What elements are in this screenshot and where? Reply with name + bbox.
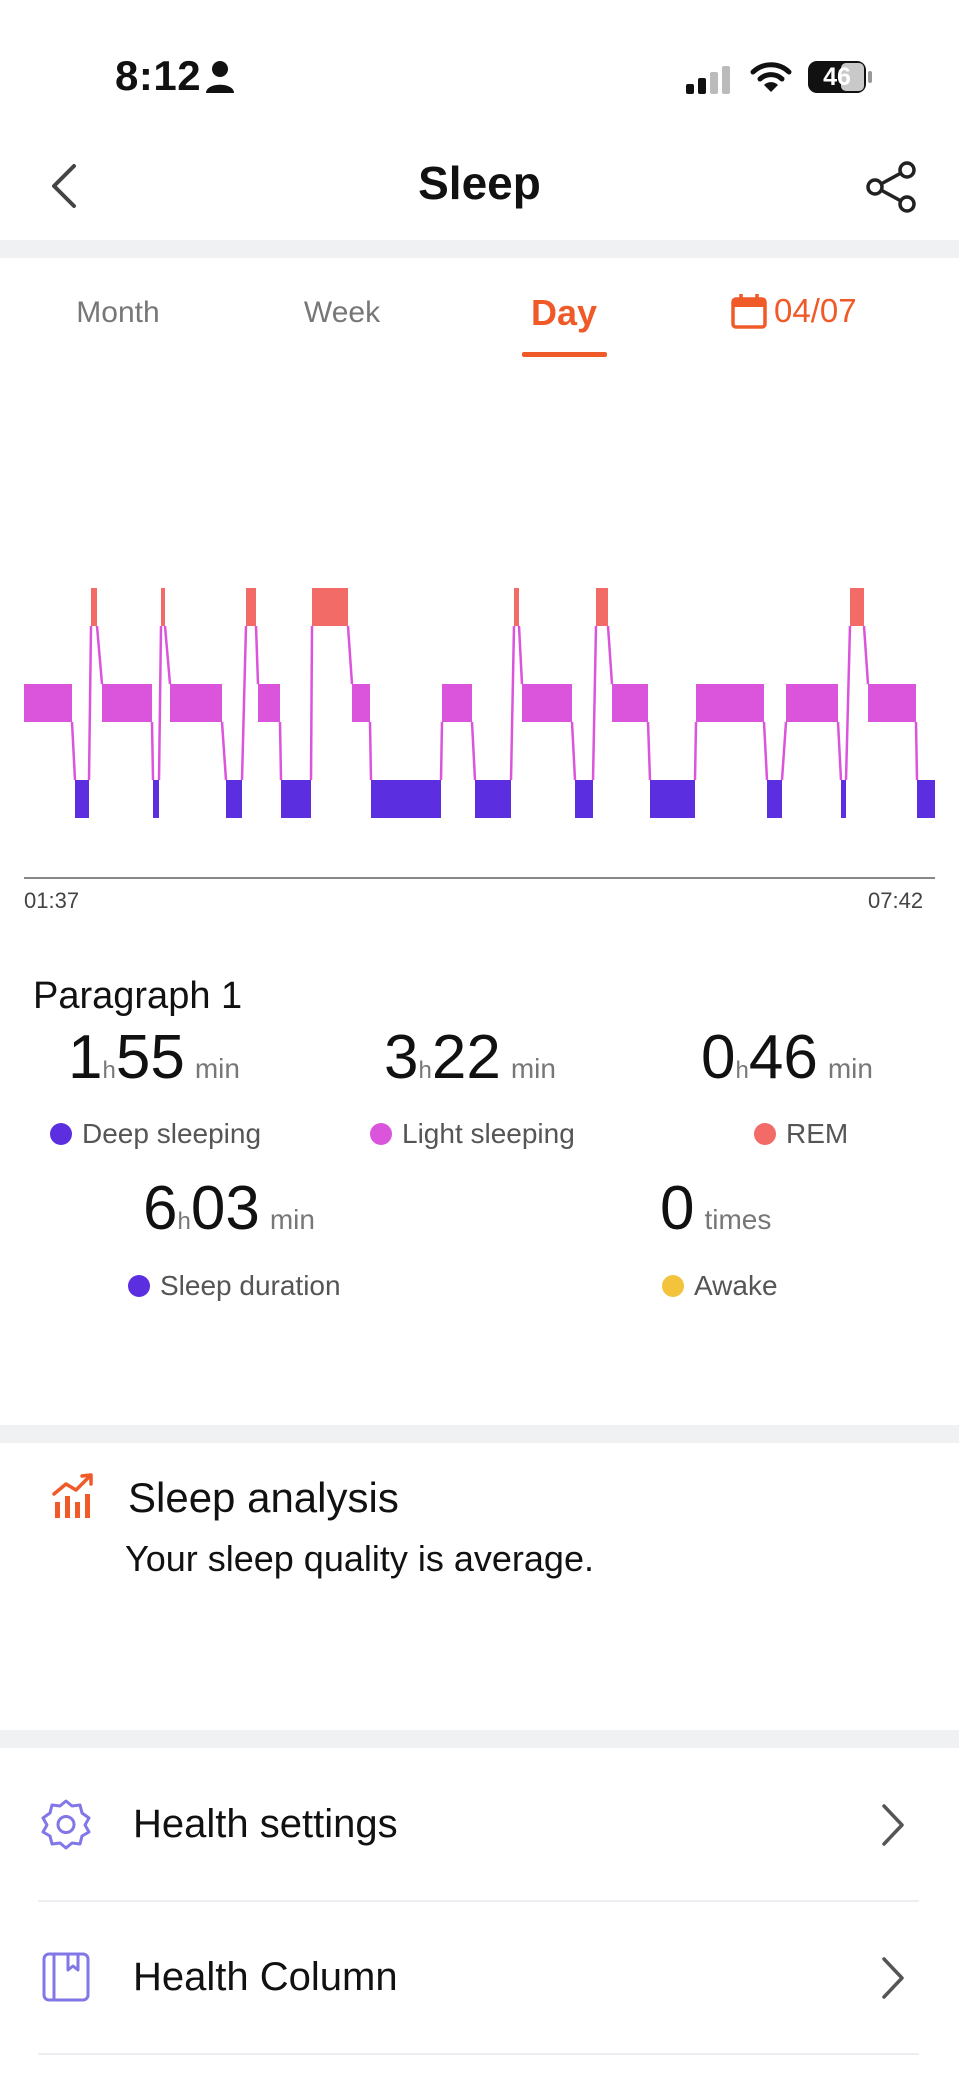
list-divider bbox=[38, 1900, 919, 1902]
bookmark-book-icon bbox=[42, 1952, 90, 2002]
health-settings-label: Health settings bbox=[133, 1802, 398, 1846]
rem-value: 0h46 min bbox=[701, 1023, 873, 1092]
section-divider bbox=[0, 1425, 959, 1443]
tab-month[interactable]: Month bbox=[68, 296, 168, 330]
chart-start-time: 01:37 bbox=[24, 888, 80, 913]
health-settings-row[interactable]: Health settings bbox=[0, 1750, 959, 1900]
share-icon[interactable] bbox=[864, 160, 918, 214]
deep-sleep-blocks bbox=[75, 780, 935, 818]
awake-dot-icon bbox=[662, 1275, 684, 1297]
date-picker[interactable]: 04/07 bbox=[730, 292, 857, 330]
list-divider-2 bbox=[38, 2053, 919, 2055]
gear-icon bbox=[41, 1799, 91, 1850]
sleep-analysis-text: Your sleep quality is average. bbox=[125, 1538, 594, 1579]
tab-week[interactable]: Week bbox=[292, 296, 392, 330]
sleep-duration-value: 6h03 min bbox=[143, 1174, 315, 1243]
legend-light-sleeping: Light sleeping bbox=[370, 1118, 575, 1150]
paragraph-label: Paragraph 1 bbox=[33, 975, 243, 1017]
battery-icon: 46 bbox=[807, 60, 873, 94]
awake-value: 0 times bbox=[660, 1174, 772, 1243]
rem-sleep-blocks bbox=[91, 588, 864, 626]
light-sleep-value: 3h22 min bbox=[384, 1023, 556, 1092]
tab-day-underline bbox=[522, 352, 607, 357]
light-sleep-blocks bbox=[24, 684, 916, 722]
wifi-icon bbox=[750, 62, 792, 92]
signal-icon bbox=[686, 66, 730, 94]
chart-end-time: 07:42 bbox=[868, 888, 924, 913]
duration-dot-icon bbox=[128, 1275, 150, 1297]
sleep-stage-chart bbox=[24, 588, 935, 879]
deep-sleep-value: 1h55 min bbox=[68, 1023, 240, 1092]
chevron-right-icon bbox=[882, 1957, 904, 1999]
legend-awake: Awake bbox=[662, 1270, 778, 1302]
deep-dot-icon bbox=[50, 1123, 72, 1145]
legend-rem: REM bbox=[754, 1118, 848, 1150]
sleep-analysis-title: Sleep analysis bbox=[128, 1474, 399, 1521]
date-label: 04/07 bbox=[774, 292, 857, 329]
status-time: 8:12 bbox=[115, 52, 202, 99]
battery-level: 46 bbox=[823, 63, 851, 91]
section-divider-2 bbox=[0, 1730, 959, 1748]
calendar-icon bbox=[731, 294, 767, 329]
person-icon bbox=[206, 61, 234, 93]
rem-dot-icon bbox=[754, 1123, 776, 1145]
trend-chart-icon bbox=[52, 1473, 93, 1518]
header-divider bbox=[0, 240, 959, 258]
light-dot-icon bbox=[370, 1123, 392, 1145]
health-column-row[interactable]: Health Column bbox=[0, 1903, 959, 2053]
tab-day[interactable]: Day bbox=[514, 292, 614, 334]
page-title: Sleep bbox=[418, 157, 541, 209]
health-column-label: Health Column bbox=[133, 1955, 398, 1999]
legend-deep-sleeping: Deep sleeping bbox=[50, 1118, 261, 1150]
legend-sleep-duration: Sleep duration bbox=[128, 1270, 341, 1302]
chevron-right-icon bbox=[882, 1804, 904, 1846]
